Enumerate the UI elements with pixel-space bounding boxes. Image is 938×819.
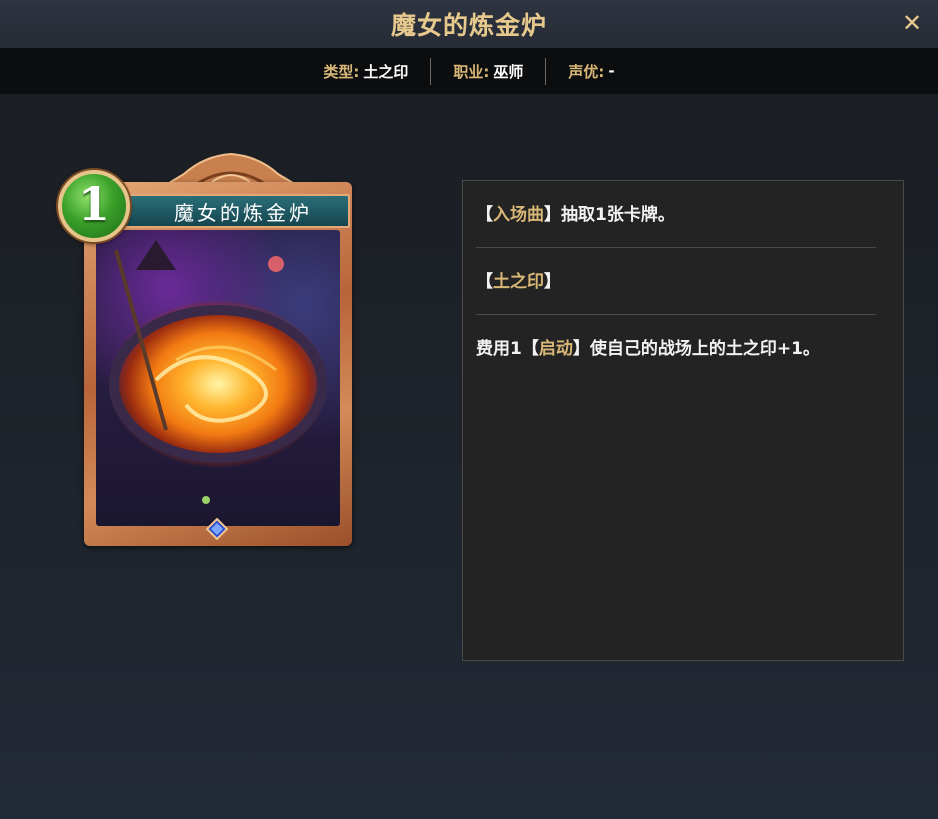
bracket-close: 】 — [544, 205, 561, 225]
card-artwork — [96, 230, 340, 526]
info-voice: 声优: - — [546, 61, 636, 82]
bracket-close: 】 — [544, 272, 561, 292]
class-label: 职业: — [453, 62, 490, 81]
voice-label: 声优: — [568, 62, 605, 81]
title-bar: 魔女的炼金炉 ✕ — [0, 0, 938, 48]
bracket-close: 】 — [572, 339, 590, 359]
keyword-activate[interactable]: 启动 — [539, 339, 573, 359]
card-cost: 1 — [77, 177, 110, 231]
type-value: 土之印 — [363, 62, 409, 81]
keyword-fanfare[interactable]: 入场曲 — [493, 205, 544, 225]
window-title: 魔女的炼金炉 — [390, 11, 547, 40]
artwork-details — [109, 240, 327, 504]
bracket-open: 【 — [476, 272, 493, 292]
info-bar: 类型: 土之印 职业: 巫师 声优: - — [0, 48, 938, 94]
effect-row: 【土之印】 — [476, 248, 876, 315]
keyword-earth-sigil[interactable]: 土之印 — [493, 272, 544, 292]
voice-value: - — [608, 62, 615, 80]
card-name-banner: 魔女的炼金炉 — [122, 194, 350, 228]
blue-diamond-icon — [206, 518, 228, 540]
card-name: 魔女的炼金炉 — [174, 200, 312, 225]
effect-text: 使自己的战场上的土之印+1。 — [589, 339, 820, 359]
info-type: 类型: 土之印 — [301, 61, 430, 82]
card-image: 魔女的炼金炉 1 — [58, 152, 354, 548]
bracket-open: 【 — [521, 339, 539, 359]
effect-row: 费用1【启动】使自己的战场上的土之印+1。 — [476, 315, 876, 381]
effect-cost-text: 费用1 — [476, 339, 522, 359]
class-value: 巫师 — [493, 62, 524, 81]
type-label: 类型: — [323, 62, 360, 81]
info-class: 职业: 巫师 — [431, 61, 545, 82]
bracket-open: 【 — [476, 205, 493, 225]
effect-row: 【入场曲】抽取1张卡牌。 — [476, 181, 876, 248]
cost-gem: 1 — [58, 170, 130, 242]
effect-panel: 【入场曲】抽取1张卡牌。 【土之印】 费用1【启动】使自己的战场上的土之印+1。 — [462, 180, 904, 661]
effect-text: 抽取1张卡牌。 — [561, 205, 675, 225]
close-icon[interactable]: ✕ — [898, 9, 926, 37]
